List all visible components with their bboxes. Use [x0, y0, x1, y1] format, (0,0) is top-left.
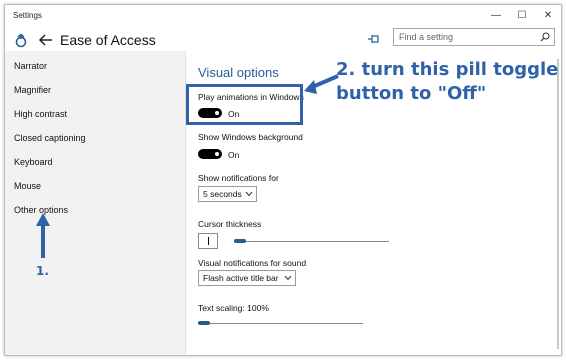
sidebar-item-high-contrast[interactable]: High contrast — [14, 109, 67, 119]
maximize-button[interactable]: ☐ — [511, 8, 533, 24]
search-icon[interactable] — [540, 32, 550, 42]
header: Ease of Access — [5, 27, 561, 51]
back-arrow-icon[interactable] — [37, 31, 55, 49]
sidebar-item-keyboard[interactable]: Keyboard — [14, 157, 53, 167]
annotation-arrow-up-icon — [36, 213, 50, 258]
sidebar-item-mouse[interactable]: Mouse — [14, 181, 41, 191]
notifications-duration-dropdown[interactable]: 5 seconds — [198, 186, 257, 202]
visual-notifications-value: Flash active title bar — [203, 273, 279, 283]
pin-icon[interactable] — [367, 33, 381, 45]
sidebar-item-magnifier[interactable]: Magnifier — [14, 85, 51, 95]
annotation-highlight-box — [186, 84, 303, 125]
visual-notifications-label: Visual notifications for sound — [198, 258, 307, 268]
scrollbar[interactable] — [555, 51, 561, 355]
close-button[interactable]: ✕ — [537, 8, 559, 24]
sidebar-item-narrator[interactable]: Narrator — [14, 61, 47, 71]
home-gear-icon[interactable] — [13, 33, 29, 49]
text-scaling-slider-fill — [198, 321, 210, 325]
title-bar: Settings — ☐ ✕ — [5, 5, 561, 27]
text-scaling-label: Text scaling: 100% — [198, 303, 269, 313]
search-box[interactable] — [393, 28, 555, 46]
cursor-thickness-slider-fill — [234, 239, 246, 243]
annotation-step2-line1: 2. turn this pill toggle — [336, 59, 559, 80]
text-scaling-slider[interactable] — [198, 323, 363, 324]
settings-window: Settings — ☐ ✕ Ease of Access Narrator M… — [4, 4, 562, 356]
sidebar-item-closed-captioning[interactable]: Closed captioning — [14, 133, 86, 143]
minimize-button[interactable]: — — [485, 8, 507, 24]
window-title: Settings — [13, 11, 42, 20]
chevron-down-icon — [245, 191, 253, 197]
cursor-thickness-preview — [198, 233, 218, 249]
page-title: Ease of Access — [60, 32, 156, 48]
show-background-state: On — [228, 150, 240, 160]
chevron-down-icon — [284, 275, 292, 281]
visual-notifications-dropdown[interactable]: Flash active title bar — [198, 270, 296, 286]
cursor-thickness-slider[interactable] — [234, 241, 389, 242]
search-input[interactable] — [394, 29, 534, 45]
notifications-for-label: Show notifications for — [198, 173, 279, 183]
cursor-thickness-label: Cursor thickness — [198, 219, 262, 229]
sidebar: Narrator Magnifier High contrast Closed … — [5, 51, 185, 355]
show-background-toggle[interactable] — [198, 149, 222, 159]
annotation-step1: 1. — [36, 264, 49, 278]
annotation-step2-line2: button to "Off" — [336, 83, 487, 104]
annotation-arrow-left-icon — [304, 74, 339, 94]
show-background-label: Show Windows background — [198, 132, 303, 142]
section-title: Visual options — [198, 65, 279, 80]
notifications-duration-value: 5 seconds — [203, 189, 242, 199]
